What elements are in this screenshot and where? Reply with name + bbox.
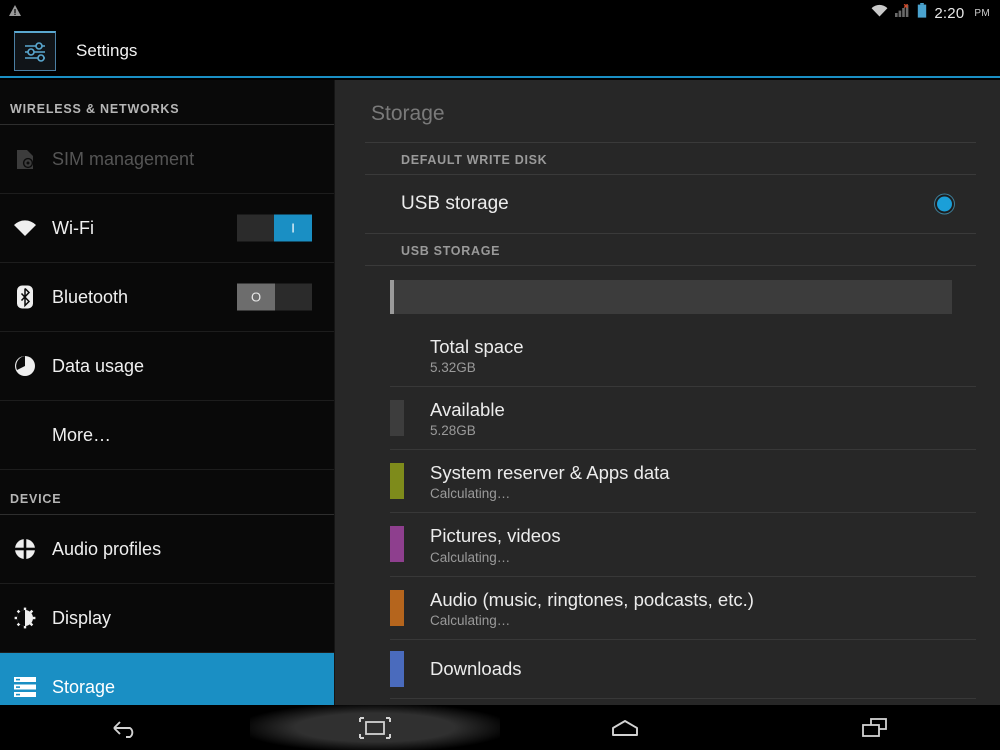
category-text: System reserver & Apps data Calculating…: [430, 461, 670, 501]
sidebar-item-audio-profiles[interactable]: Audio profiles: [0, 515, 334, 584]
sidebar-item-label: Audio profiles: [52, 538, 162, 559]
usage-bar-segment-used: [390, 280, 395, 314]
bluetooth-icon: [10, 285, 40, 309]
wifi-toggle-knob: I: [274, 214, 312, 242]
settings-sidebar[interactable]: WIRELESS & NETWORKS SIM management Wi-Fi…: [0, 80, 335, 705]
category-value: Calculating…: [430, 549, 511, 565]
sidebar-item-label: More…: [52, 424, 112, 445]
status-bar-right: 2:20 PM: [871, 3, 990, 23]
category-label: Available: [430, 399, 505, 421]
category-color-swatch: [390, 589, 404, 626]
category-color-swatch: [390, 526, 404, 563]
main-body: WIRELESS & NETWORKS SIM management Wi-Fi…: [0, 80, 1000, 705]
sidebar-item-more[interactable]: More…: [0, 401, 334, 470]
sidebar-item-label: Data usage: [52, 355, 145, 376]
sidebar-item-wifi[interactable]: Wi-Fi I: [0, 194, 334, 263]
storage-content-panel[interactable]: Storage DEFAULT WRITE DISK USB storage U…: [335, 80, 1000, 705]
display-brightness-icon: [10, 607, 40, 629]
category-text: Pictures, videos Calculating…: [430, 524, 561, 564]
category-label: Total space: [430, 336, 524, 357]
home-icon[interactable]: [500, 705, 750, 750]
recents-icon[interactable]: [750, 705, 1000, 750]
sidebar-item-label: Display: [52, 607, 112, 628]
bluetooth-toggle[interactable]: O: [237, 283, 312, 311]
category-value: 5.28GB: [430, 423, 476, 439]
status-bar-ampm: PM: [974, 7, 990, 19]
data-usage-pie-icon: [10, 355, 40, 377]
storage-category-row[interactable]: System reserver & Apps data Calculating…: [390, 450, 976, 514]
page-title: Storage: [371, 102, 445, 125]
sidebar-section-header-wireless: WIRELESS & NETWORKS: [0, 80, 334, 125]
sidebar-section-header-device: DEVICE: [0, 470, 334, 515]
sidebar-item-storage[interactable]: Storage: [0, 653, 334, 705]
sidebar-item-data-usage[interactable]: Data usage: [0, 332, 334, 401]
sidebar-item-label: Wi-Fi: [52, 217, 94, 238]
sidebar-item-label: Bluetooth: [52, 286, 129, 307]
storage-category-row[interactable]: Total space 5.32GB: [390, 324, 976, 388]
group-header-default-write-disk: DEFAULT WRITE DISK: [365, 142, 976, 175]
category-color-swatch: [390, 650, 404, 687]
group-header-usb-storage: USB STORAGE: [365, 233, 976, 266]
battery-icon: [917, 3, 927, 23]
action-bar: Settings: [0, 26, 1000, 78]
bluetooth-toggle-knob: O: [237, 283, 275, 311]
category-label: Audio (music, ringtones, podcasts, etc.): [430, 588, 754, 610]
category-label: Pictures, videos: [430, 525, 561, 547]
app-title: Settings: [76, 41, 138, 60]
sidebar-item-bluetooth[interactable]: Bluetooth O: [0, 263, 334, 332]
storage-category-list: Total space 5.32GB Available 5.28GB System r…: [335, 324, 1000, 699]
storage-usage-bar-wrapper: [390, 280, 970, 314]
category-text: Audio (music, ringtones, podcasts, etc.)…: [430, 588, 754, 628]
category-color-swatch: [390, 463, 404, 500]
category-color-swatch: [390, 337, 404, 373]
storage-category-row[interactable]: Pictures, videos Calculating…: [390, 513, 976, 577]
system-navigation-bar[interactable]: [0, 705, 1000, 750]
storage-category-row[interactable]: Available 5.28GB: [390, 387, 976, 451]
sidebar-item-label: SIM management: [52, 148, 195, 169]
wifi-icon: [871, 4, 888, 22]
category-text: Available 5.28GB: [430, 398, 505, 438]
category-value: Calculating…: [430, 612, 511, 628]
category-color-swatch: [390, 400, 404, 437]
sidebar-item-display[interactable]: Display: [0, 584, 334, 653]
screenshot-icon[interactable]: [250, 705, 500, 750]
settings-sliders-icon[interactable]: [14, 31, 56, 71]
wifi-icon: [10, 219, 40, 237]
sidebar-item-sim-management[interactable]: SIM management: [0, 125, 334, 194]
storage-category-row[interactable]: Downloads: [390, 640, 976, 699]
category-text: Total space 5.32GB: [430, 335, 524, 375]
usb-storage-radio-button[interactable]: [937, 196, 952, 212]
category-value: Calculating…: [430, 486, 511, 502]
signal-no-service-icon: [895, 3, 910, 22]
wifi-toggle[interactable]: I: [237, 214, 312, 242]
status-bar: 2:20 PM: [0, 0, 1000, 26]
audio-profiles-icon: [10, 538, 40, 560]
sidebar-item-label: Storage: [52, 676, 116, 697]
android-settings-screen: 2:20 PM Settings WIRELESS & NETWORKS SIM…: [0, 0, 1000, 750]
storage-list-icon: [10, 677, 40, 697]
category-text: Downloads: [430, 657, 522, 680]
category-label: System reserver & Apps data: [430, 462, 670, 484]
warning-triangle-icon: [8, 4, 22, 22]
sim-card-icon: [10, 149, 40, 170]
category-value: 5.32GB: [430, 360, 476, 376]
storage-usage-bar: [390, 280, 952, 314]
status-bar-left: [8, 4, 871, 22]
storage-category-row[interactable]: Audio (music, ringtones, podcasts, etc.)…: [390, 577, 976, 640]
usb-storage-option-label: USB storage: [401, 193, 509, 214]
status-bar-clock: 2:20: [934, 4, 965, 22]
usb-storage-option-row[interactable]: USB storage: [365, 175, 976, 233]
category-label: Downloads: [430, 658, 522, 680]
back-icon[interactable]: [0, 705, 250, 750]
